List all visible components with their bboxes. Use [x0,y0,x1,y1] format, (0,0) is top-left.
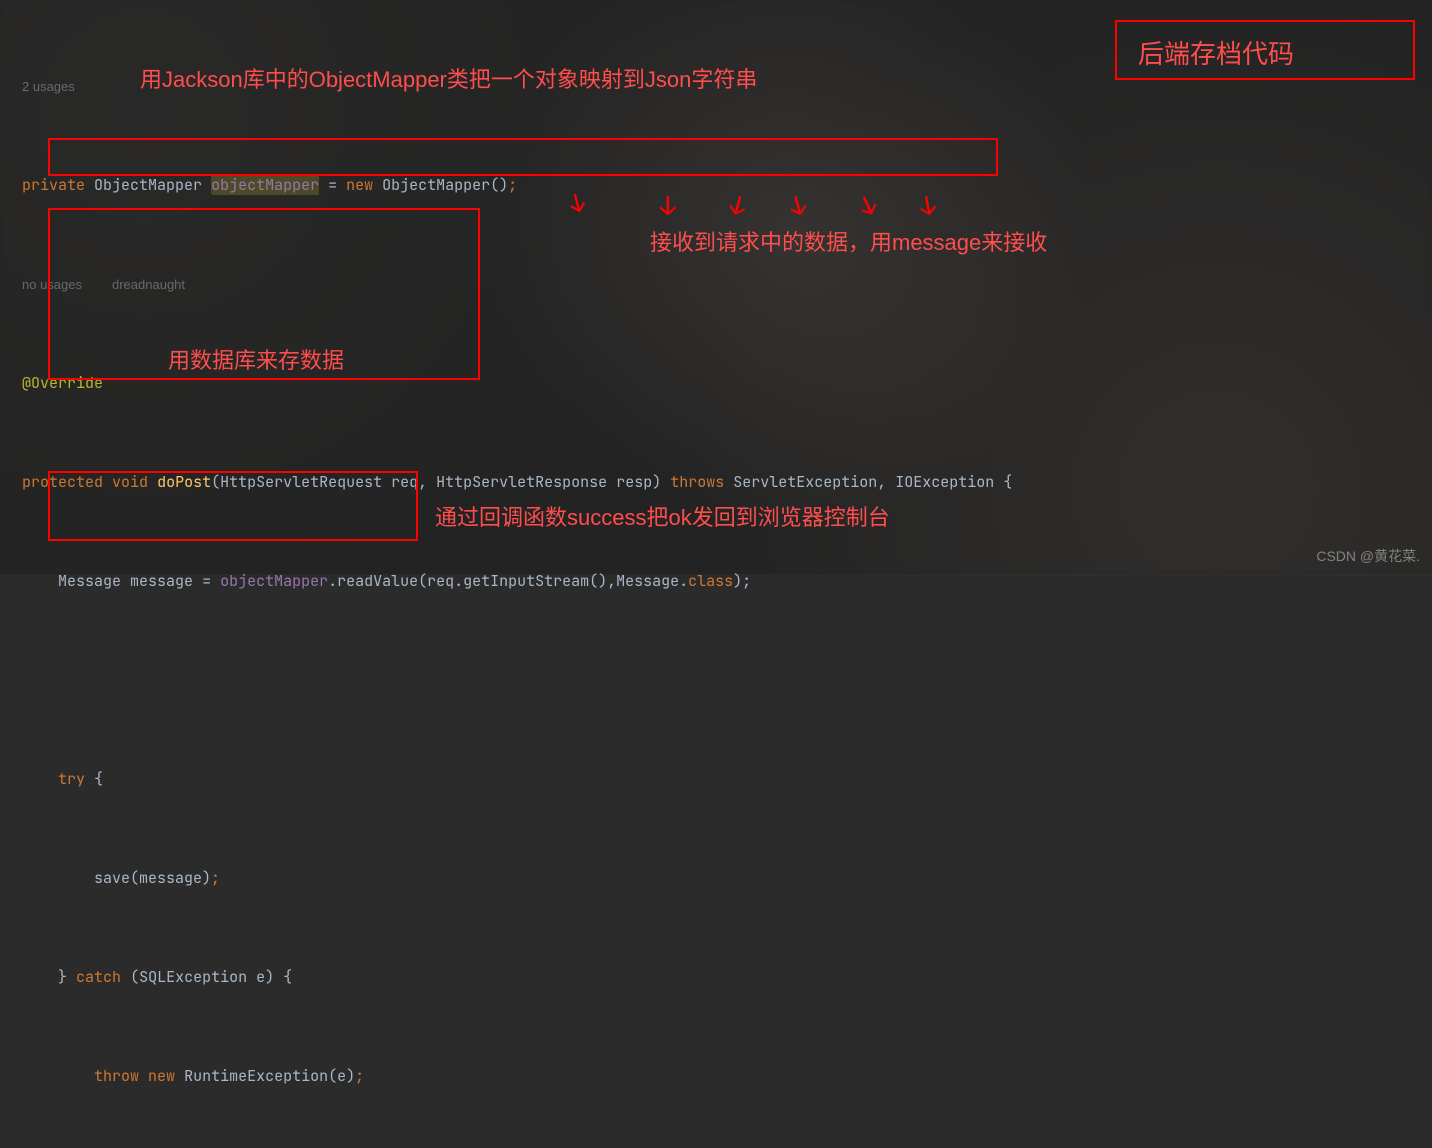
annotation-title: 后端存档代码 [1138,34,1294,71]
code-line-catch: } catch (SQLException e) { [0,961,1432,994]
code-line-try: try { [0,763,1432,796]
blank-line [0,664,1432,697]
code-line-throw: throw new RuntimeException(e); [0,1060,1432,1093]
annotation-comment2: 接收到请求中的数据，用message来接收 [650,225,1047,257]
arrow-icon: ↓ [660,188,676,223]
code-line-save: save(message); [0,862,1432,895]
code-line-field: private ObjectMapper objectMapper = new … [0,169,1432,202]
watermark: CSDN @黄花菜. [1316,546,1420,566]
code-editor[interactable]: 2 usages private ObjectMapper objectMapp… [0,0,1432,1148]
annotation-comment3: 用数据库来存数据 [168,343,344,375]
annotation-comment4: 通过回调函数success把ok发回到浏览器控制台 [435,500,890,532]
code-line-method-sig: protected void doPost(HttpServletRequest… [0,466,1432,499]
usage-hint-method: no usagesdreadnaught [0,268,1432,301]
highlighted-field: objectMapper [211,175,319,195]
code-line-readvalue: Message message = objectMapper.readValue… [0,565,1432,598]
annotation-comment1: 用Jackson库中的ObjectMapper类把一个对象映射到Json字符串 [140,62,757,94]
